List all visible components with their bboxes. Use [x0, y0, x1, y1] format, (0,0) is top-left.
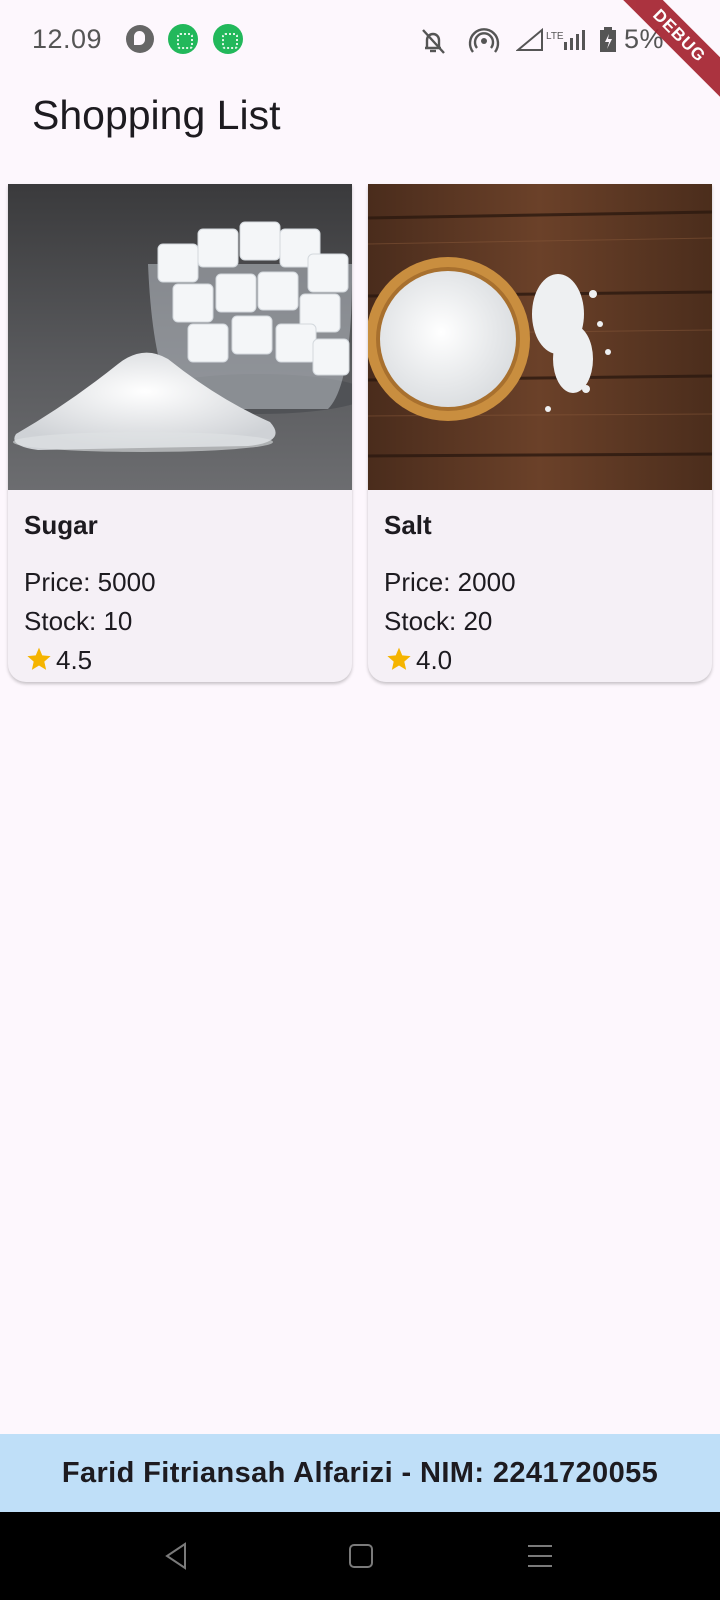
product-price: Price: 5000: [24, 567, 156, 597]
signal-icon: LTE: [516, 27, 585, 51]
battery-icon: [600, 27, 616, 52]
product-price: Price: 2000: [384, 567, 516, 597]
back-icon[interactable]: [163, 1541, 189, 1571]
status-bar: 12.09 LTE 5%: [0, 0, 720, 80]
rating-value: 4.5: [56, 645, 93, 675]
notification-app-icon: [213, 24, 243, 54]
sugar-photo: [8, 184, 352, 490]
product-grid: Sugar Price: 5000 Stock: 10 4.5 Salt Pri…: [8, 184, 712, 684]
footer-text: Farid Fitriansah Alfarizi - NIM: 2241720…: [61, 1456, 659, 1489]
product-card-salt[interactable]: Salt Price: 2000 Stock: 20 4.0: [368, 184, 712, 682]
product-name: Salt: [384, 510, 432, 540]
salt-photo: [368, 184, 712, 490]
notification-app-icon: [168, 24, 198, 54]
svg-text:LTE: LTE: [546, 31, 564, 42]
footer-bar: Farid Fitriansah Alfarizi - NIM: 2241720…: [0, 1434, 720, 1512]
product-name: Sugar: [24, 510, 98, 540]
home-icon[interactable]: [348, 1541, 374, 1571]
product-card-sugar[interactable]: Sugar Price: 5000 Stock: 10 4.5: [8, 184, 352, 682]
star-icon: [27, 647, 51, 670]
rating-value: 4.0: [416, 645, 453, 675]
product-stock: Stock: 10: [24, 606, 133, 636]
page-title: Shopping List: [32, 92, 281, 138]
star-icon: [387, 647, 411, 670]
notification-p-icon: [126, 25, 154, 53]
bell-off-icon: [422, 29, 445, 54]
system-nav-bar: [0, 1512, 720, 1600]
product-stock: Stock: 20: [384, 606, 493, 636]
recents-icon[interactable]: [527, 1541, 553, 1571]
status-time: 12.09: [32, 24, 103, 54]
hotspot-icon: [468, 28, 500, 53]
